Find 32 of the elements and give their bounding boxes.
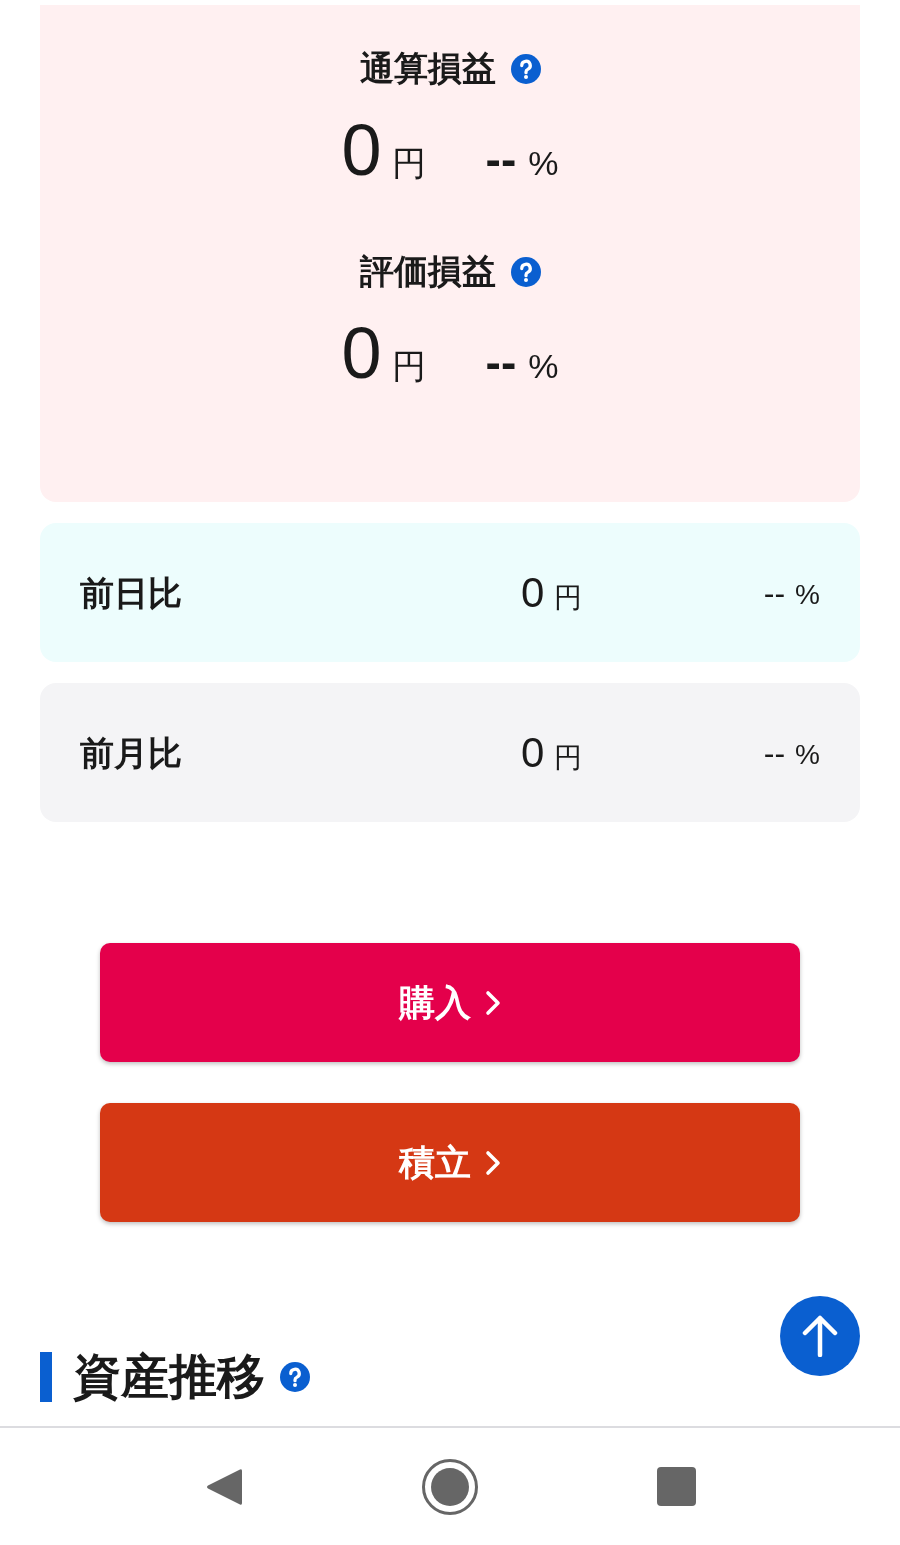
- rate-unit: %: [795, 740, 820, 769]
- chevron-right-icon: [485, 1149, 501, 1176]
- rate-value: --: [485, 339, 517, 385]
- comparison-label: 前月比: [80, 735, 182, 770]
- rate-value: --: [763, 736, 786, 769]
- help-icon[interactable]: [280, 1362, 310, 1392]
- rate-value: --: [485, 136, 517, 182]
- square-icon[interactable]: [656, 1467, 696, 1506]
- accent-bar: [40, 1352, 52, 1402]
- action-button[interactable]: 積立: [100, 1103, 800, 1222]
- home-icon[interactable]: [422, 1458, 478, 1515]
- comparison-label: 前日比: [80, 575, 182, 610]
- amount-value: 0: [341, 317, 382, 389]
- chevron-right-icon: [485, 989, 501, 1016]
- rate-unit: %: [528, 146, 559, 180]
- amount-value: 0: [521, 571, 545, 614]
- rate-unit: %: [528, 349, 559, 383]
- amount-value: 0: [521, 731, 545, 774]
- arrow-up-icon: [802, 1315, 838, 1357]
- help-icon[interactable]: [510, 256, 541, 287]
- section-heading: 資産推移: [73, 1353, 265, 1401]
- amount-value: 0: [341, 114, 382, 186]
- rate-unit: %: [795, 580, 820, 609]
- section-title: 通算損益: [359, 48, 496, 89]
- unit-label: 円: [391, 349, 426, 383]
- unit-label: 円: [391, 146, 426, 180]
- unit-label: 円: [554, 583, 583, 612]
- section-title: 評価損益: [359, 251, 496, 292]
- rate-value: --: [763, 576, 786, 609]
- action-button[interactable]: 購入: [100, 943, 800, 1062]
- unit-label: 円: [554, 743, 583, 772]
- help-icon[interactable]: [510, 53, 541, 84]
